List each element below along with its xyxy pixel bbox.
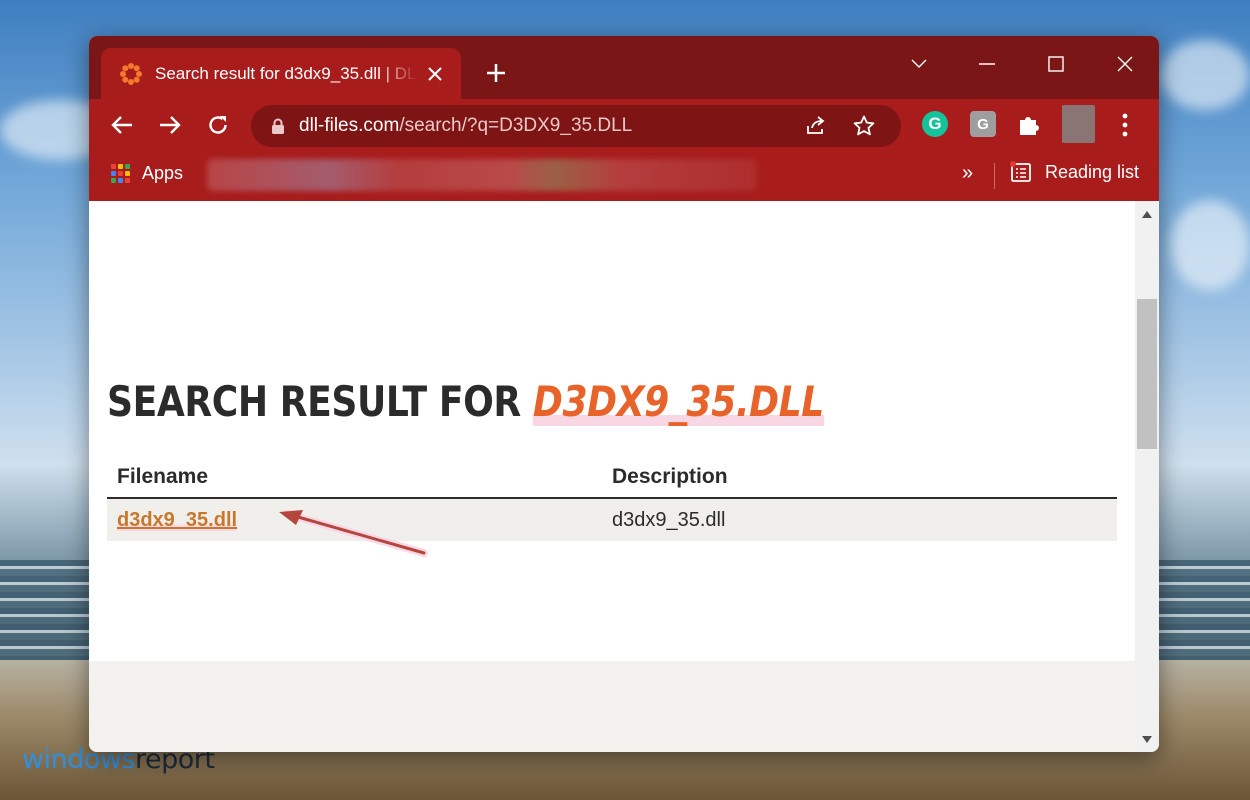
column-header-description: Description xyxy=(612,464,728,488)
reading-list-icon xyxy=(1009,161,1033,183)
address-bar[interactable]: dll-files.com/search/?q=D3DX9_35.DLL xyxy=(251,105,901,147)
reload-button[interactable] xyxy=(201,108,235,142)
minimize-icon xyxy=(979,63,995,65)
g-extension-icon[interactable]: G xyxy=(970,111,996,137)
column-header-filename: Filename xyxy=(117,464,209,488)
apps-grid-icon xyxy=(111,164,130,183)
maximize-icon xyxy=(1048,56,1064,72)
apps-label: Apps xyxy=(142,163,184,183)
tab-search-button[interactable] xyxy=(889,44,949,84)
extensions-puzzle-icon[interactable] xyxy=(1017,111,1043,137)
heading-prefix: SEARCH RESULT FOR xyxy=(107,377,533,426)
dll-files-favicon-icon xyxy=(119,62,143,86)
grammarly-extension-icon[interactable]: G xyxy=(922,111,948,137)
profile-avatar[interactable] xyxy=(1062,105,1095,143)
annotation-arrow-icon xyxy=(279,510,428,557)
chevron-down-icon xyxy=(911,59,927,68)
close-window-button[interactable] xyxy=(1095,44,1155,84)
maximize-button[interactable] xyxy=(1026,44,1086,84)
apps-bookmark[interactable]: Apps xyxy=(111,163,183,184)
plus-icon xyxy=(487,64,505,82)
arrow-left-icon xyxy=(111,116,132,134)
more-menu-icon[interactable] xyxy=(1113,112,1137,138)
active-tab[interactable]: Search result for d3dx9_35.dll | DLL-fil… xyxy=(101,48,461,99)
scrollbar-thumb[interactable] xyxy=(1137,299,1157,449)
bookmarks-bar: Apps » Reading list xyxy=(89,151,1159,201)
background-cloud xyxy=(1170,200,1250,290)
reading-list-button[interactable]: Reading list xyxy=(1009,161,1139,183)
share-icon[interactable] xyxy=(804,114,828,138)
search-query: D3DX9_35.DLL xyxy=(532,377,824,426)
reload-icon xyxy=(209,116,227,134)
table-header: Filename Description xyxy=(107,456,1117,499)
bookmarks-separator xyxy=(994,163,995,189)
page-title: SEARCH RESULT FOR D3DX9_35.DLL xyxy=(107,377,824,426)
tab-title: Search result for d3dx9_35.dll | DLL-fil… xyxy=(155,63,417,83)
filename-link[interactable]: d3dx9_35.dll xyxy=(117,508,238,531)
description-cell: d3dx9_35.dll xyxy=(612,508,726,531)
url-host: dll-files.com xyxy=(299,115,400,136)
lock-icon[interactable] xyxy=(271,118,285,135)
background-cloud xyxy=(1160,40,1250,110)
results-table: Filename Description d3dx9_35.dll d3dx9_… xyxy=(107,456,1117,541)
forward-button[interactable] xyxy=(153,108,187,142)
close-icon xyxy=(1117,56,1133,72)
toolbar: dll-files.com/search/?q=D3DX9_35.DLL G G xyxy=(89,99,1159,151)
new-tab-button[interactable] xyxy=(481,58,511,88)
arrow-right-icon xyxy=(160,116,181,134)
table-row: d3dx9_35.dll d3dx9_35.dll xyxy=(107,499,1117,541)
title-bar: Search result for d3dx9_35.dll | DLL-fil… xyxy=(89,36,1159,99)
reading-list-label: Reading list xyxy=(1045,161,1140,182)
page-content: SEARCH RESULT FOR D3DX9_35.DLL Filename … xyxy=(89,201,1135,752)
scroll-down-icon[interactable] xyxy=(1135,729,1159,749)
close-icon[interactable] xyxy=(423,62,447,86)
more-bookmarks-button[interactable]: » xyxy=(962,162,973,185)
vertical-scrollbar[interactable] xyxy=(1135,201,1159,752)
url-path: /search/?q=D3DX9_35.DLL xyxy=(399,115,633,136)
blurred-bookmarks xyxy=(207,159,757,191)
star-icon[interactable] xyxy=(852,114,876,138)
back-button[interactable] xyxy=(105,108,139,142)
minimize-button[interactable] xyxy=(957,44,1017,84)
browser-window: Search result for d3dx9_35.dll | DLL-fil… xyxy=(89,36,1159,752)
scroll-up-icon[interactable] xyxy=(1135,204,1159,224)
page-body xyxy=(89,201,1135,661)
